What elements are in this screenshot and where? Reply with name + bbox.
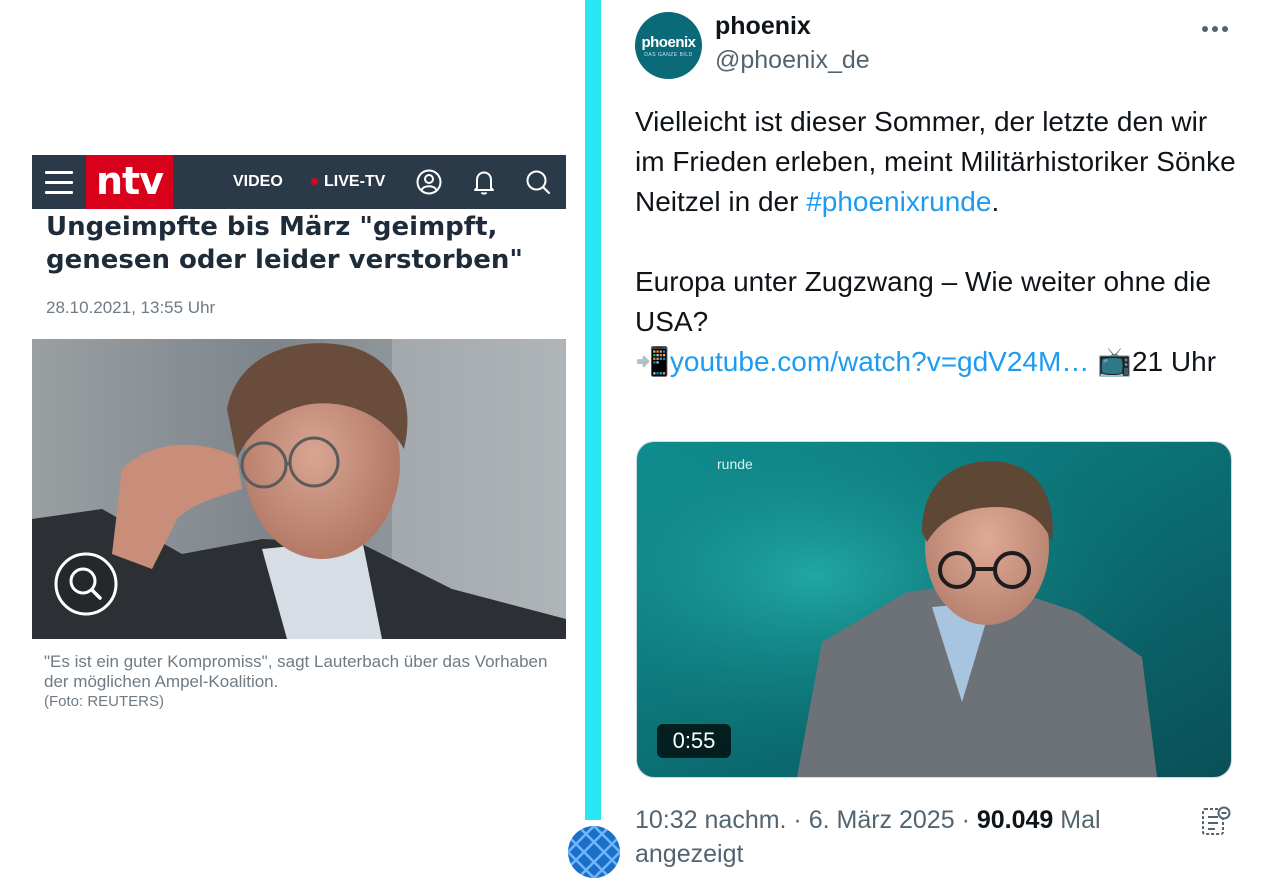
tweet-timestamp[interactable]: 10:32 nachm. · 6. März 2025 ·	[635, 806, 977, 834]
article-date: 28.10.2021, 13:55 Uhr	[46, 298, 216, 317]
views-count: 90.049	[976, 806, 1054, 834]
avatar-logo-subtext: DAS GANZE BILD	[644, 52, 693, 58]
avatar[interactable]: phoenix DAS GANZE BILD	[635, 12, 702, 79]
hamburger-menu-icon[interactable]	[45, 171, 73, 194]
tweet-metadata: 10:32 nachm. · 6. März 2025 · 90.049 Mal…	[635, 803, 1155, 871]
avatar-logo-text: phoenix	[641, 34, 696, 51]
hashtag-link[interactable]: #phoenixrunde	[806, 186, 991, 217]
tweet-text-period: .	[991, 186, 1000, 217]
more-options-icon[interactable]	[1200, 22, 1230, 36]
watermark-icon	[568, 826, 620, 878]
author-handle[interactable]: @phoenix_de	[715, 46, 870, 75]
notification-bell-icon[interactable]	[470, 168, 498, 196]
live-dot-icon	[311, 178, 318, 186]
photo-caption: "Es ist ein guter Kompromiss", sagt Laut…	[44, 652, 548, 691]
user-account-icon[interactable]	[415, 168, 443, 196]
search-icon[interactable]	[524, 168, 552, 196]
panel-divider	[585, 0, 601, 820]
tweet-text: Vielleicht ist dieser Sommer, der letzte…	[635, 102, 1240, 382]
video-player[interactable]: runde 0:55	[636, 441, 1232, 778]
youtube-link[interactable]: youtube.com/watch?v=gdV24M…	[670, 346, 1089, 377]
zoom-image-icon[interactable]	[54, 552, 118, 616]
author-display-name[interactable]: phoenix	[715, 12, 811, 41]
analytics-icon[interactable]	[1200, 805, 1232, 837]
phone-arrow-emoji: 📲	[635, 345, 670, 378]
article-headline[interactable]: Ungeimpfte bis März "geimpft, genesen od…	[46, 211, 566, 277]
nav-live-tv-label: LIVE-TV	[324, 173, 386, 190]
show-logo-label: runde	[717, 456, 753, 472]
tv-emoji: 📺	[1097, 345, 1132, 378]
video-duration-badge: 0:55	[657, 724, 731, 758]
ntv-navbar: ntv VIDEO LIVE-TV	[32, 155, 566, 209]
tweet-text-paragraph2: Europa unter Zugzwang – Wie weiter ohne …	[635, 266, 1211, 337]
ntv-logo[interactable]: ntv	[86, 155, 173, 209]
nav-video-link[interactable]: VIDEO	[233, 155, 283, 209]
ntv-article-panel: ntv VIDEO LIVE-TV Ungeimpfte bis März "g…	[0, 0, 585, 888]
photo-credit: (Foto: REUTERS)	[44, 693, 165, 710]
nav-live-tv-link[interactable]: LIVE-TV	[311, 155, 385, 209]
broadcast-time: 21 Uhr	[1131, 346, 1217, 377]
